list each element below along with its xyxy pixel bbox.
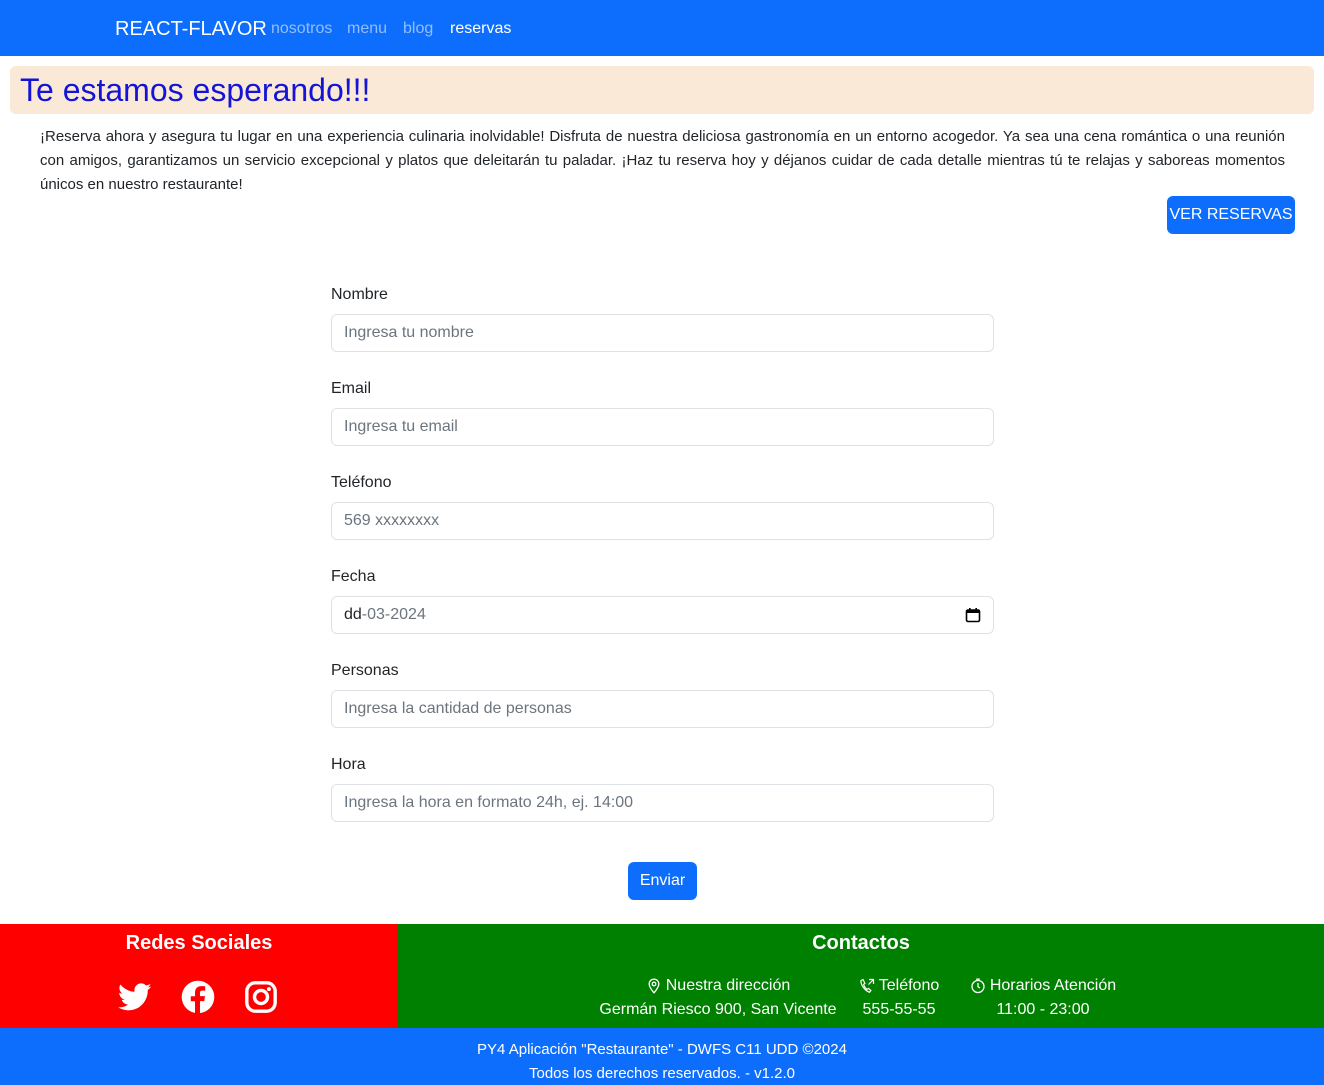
view-reservations-button[interactable]: VER RESERVAS [1167,196,1295,234]
fecha-label: Fecha [331,568,376,585]
personas-label: Personas [331,662,399,679]
hora-label: Hora [331,756,366,773]
nav-link-blog[interactable]: blog [403,19,433,39]
email-label: Email [331,380,372,397]
email-input[interactable] [331,408,994,446]
phone-value: 555-55-55 [862,1001,936,1018]
copyright-line-1: PY4 Aplicación "Restaurante" - DWFS C11 … [477,1041,847,1058]
address-value: Germán Riesco 900, San Vicente [599,1001,837,1018]
nav-link-menu[interactable]: menu [347,19,387,39]
fecha-value: dd-03-2024 [344,606,426,624]
address-label: Nuestra dirección [665,977,791,994]
map-pin-icon [646,978,662,994]
address-contact: Nuestra dirección Germán Riesco 900, San… [598,974,838,1022]
nombre-input[interactable] [331,314,994,352]
contacts-title: Contactos [812,932,910,954]
page-title: Te estamos esperando!!! [20,72,371,108]
telefono-input[interactable] [331,502,994,540]
hora-input[interactable] [331,784,994,822]
personas-input[interactable] [331,690,994,728]
social-title: Redes Sociales [125,932,273,954]
hours-value: 11:00 - 23:00 [996,1001,1090,1018]
phone-icon [859,978,875,994]
facebook-icon[interactable] [181,980,215,1014]
instagram-icon[interactable] [244,980,278,1014]
calendar-icon[interactable] [965,607,981,623]
phone-contact: Teléfono 555-55-55 [848,974,950,1022]
contacts-section: Contactos Nuestra dirección Germán Riesc… [398,924,1324,1028]
nav-link-nosotros[interactable]: nosotros [271,19,332,39]
nav-link-reservas[interactable]: reservas [450,19,511,39]
intro-text: ¡Reserva ahora y asegura tu lugar en una… [40,128,1285,193]
copyright-line-2: Todos los derechos reservados. - v1.2.0 [529,1065,795,1082]
hero-banner: Te estamos esperando!!! [10,66,1314,114]
fecha-rest: -03-2024 [361,606,426,623]
hours-contact: Horarios Atención 11:00 - 23:00 [960,974,1126,1022]
social-section: Redes Sociales [0,924,398,1028]
fecha-input[interactable]: dd-03-2024 [331,596,994,634]
phone-label: Teléfono [878,977,940,994]
submit-button[interactable]: Enviar [628,862,697,900]
fecha-day: dd [344,606,362,623]
clock-icon [970,978,986,994]
nombre-label: Nombre [331,286,388,303]
copyright-bar: PY4 Aplicación "Restaurante" - DWFS C11 … [0,1028,1324,1085]
telefono-label: Teléfono [331,474,392,491]
twitter-icon[interactable] [117,980,152,1014]
navbar: REACT-FLAVOR nosotros menu blog reservas [0,0,1324,56]
hours-label: Horarios Atención [989,977,1117,994]
brand-link[interactable]: REACT-FLAVOR [115,17,267,41]
